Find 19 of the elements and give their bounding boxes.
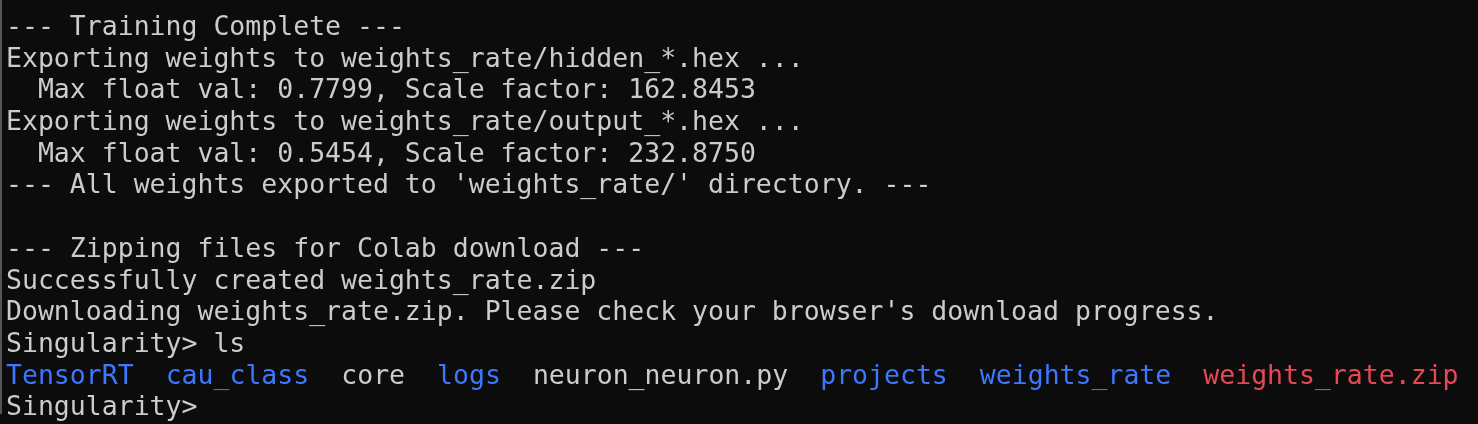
prompt-line: Singularity> [6, 390, 198, 422]
output-line: Successfully created weights_rate.zip [6, 263, 597, 295]
listing-entry: weights_rate.zip [1203, 358, 1459, 391]
listing-entry: core [341, 358, 406, 391]
listing-entry: neuron_neuron.py [532, 358, 789, 391]
output-line: Exporting weights to weights_rate/hidden_*.hex ... [6, 41, 804, 73]
output-line: --- Zipping files for Colab download --- [6, 231, 645, 263]
output-line: Downloading weights_rate.zip. Please check your browser's download progress. [6, 295, 1219, 327]
listing-entry: weights_rate [979, 358, 1172, 391]
output-line: Max float val: 0.5454, Scale factor: 232.8750 [36, 136, 756, 168]
prompt-line: Singularity> ls [6, 326, 246, 358]
listing-entry: TensorRT [6, 358, 134, 391]
output-line: Max float val: 0.7799, Scale factor: 162.8453 [36, 73, 756, 105]
listing-entry: projects [820, 358, 948, 391]
output-line: Exporting weights to weights_rate/output_*.hex ... [6, 105, 804, 137]
output-line: --- All weights exported to 'weights_rate/' directory. --- [6, 168, 932, 200]
listing-entry: logs [437, 358, 501, 391]
listing-entry: cau_class [165, 358, 310, 391]
output-line: --- Training Complete --- [6, 10, 405, 41]
